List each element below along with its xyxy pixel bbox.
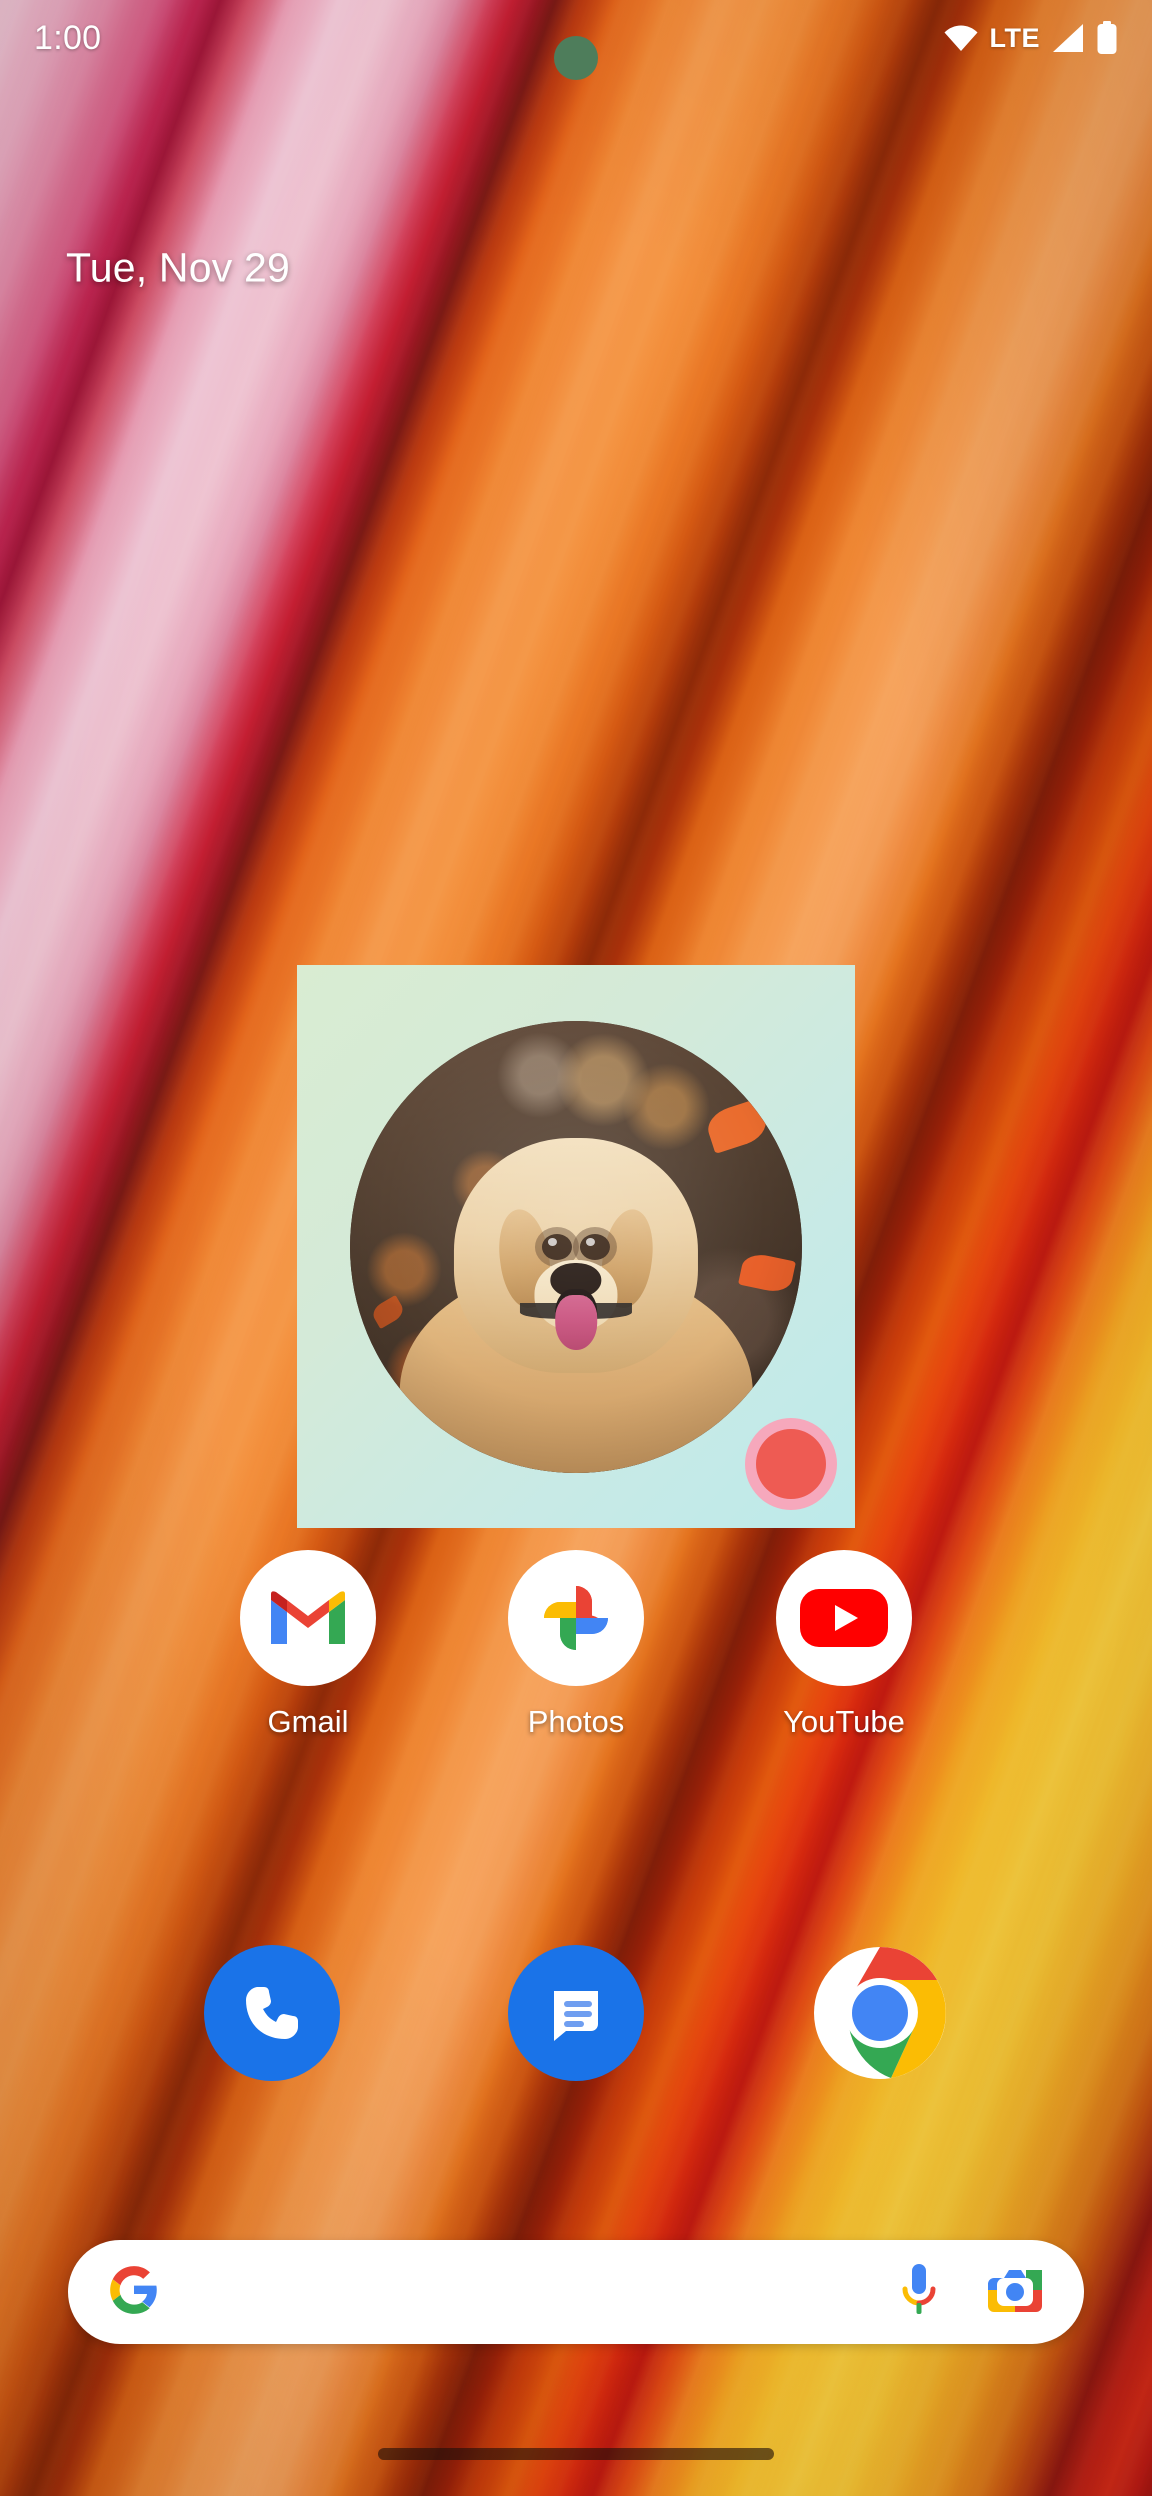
network-type-label: LTE (989, 22, 1040, 53)
app-label-photos: Photos (527, 1704, 625, 1739)
chrome-icon[interactable] (812, 1945, 948, 2081)
youtube-icon[interactable] (776, 1550, 912, 1686)
google-lens-icon[interactable] (986, 2264, 1044, 2321)
wifi-icon (943, 24, 979, 52)
google-photos-icon[interactable] (508, 1550, 644, 1686)
camera-punch-hole (554, 36, 598, 80)
dock-row (0, 1945, 1152, 2081)
battery-icon (1096, 21, 1118, 55)
widget-photo-circle (350, 1020, 802, 1473)
status-icons: LTE (943, 21, 1119, 55)
phone-icon[interactable] (204, 1945, 340, 2081)
gmail-icon[interactable] (240, 1550, 376, 1686)
app-label-gmail: Gmail (267, 1704, 349, 1739)
home-screen: 1:00 LTE Tue, Nov 29 Gmail Photos YouTub… (0, 0, 1152, 2496)
microphone-icon[interactable] (896, 2261, 942, 2324)
photo-shading-overlay (350, 1020, 802, 1473)
widget-badge-inner-circle (756, 1429, 826, 1499)
app-item-gmail[interactable]: Gmail (224, 1550, 392, 1740)
google-search-bar[interactable] (68, 2240, 1084, 2344)
home-date-label[interactable]: Tue, Nov 29 (66, 245, 290, 292)
app-item-youtube[interactable]: YouTube (760, 1550, 928, 1740)
photo-widget[interactable] (297, 965, 855, 1528)
app-item-photos[interactable]: Photos (492, 1550, 660, 1740)
app-label-youtube: YouTube (783, 1704, 905, 1739)
widget-badge-button[interactable] (745, 1418, 837, 1510)
app-grid-row: Gmail Photos YouTube (0, 1550, 1152, 1740)
home-gesture-pill[interactable] (378, 2448, 774, 2460)
google-g-icon (108, 2264, 160, 2321)
status-clock: 1:00 (34, 18, 102, 57)
search-input[interactable] (160, 2240, 896, 2344)
messages-icon[interactable] (508, 1945, 644, 2081)
signal-icon (1051, 23, 1085, 53)
search-action-buttons (896, 2261, 1044, 2324)
